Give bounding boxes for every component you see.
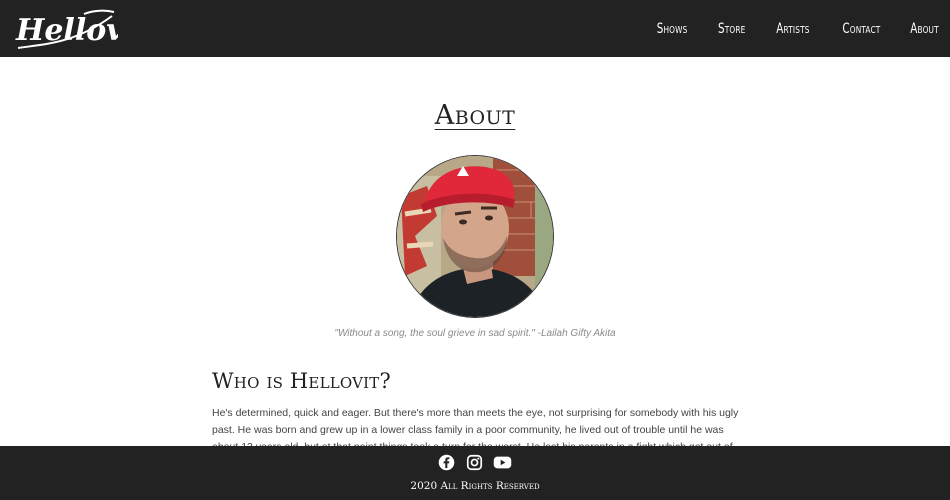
- nav-link-artists[interactable]: Artists: [776, 21, 809, 37]
- page-footer: 2020 All Rights Reserved: [0, 446, 950, 500]
- logo-text: Hellovit: [15, 13, 118, 48]
- youtube-icon[interactable]: [493, 454, 512, 476]
- artist-quote: "Without a song, the soul grieve in sad …: [334, 328, 616, 339]
- main-nav: Shows Store Artists Contact About: [626, 0, 939, 57]
- social-links: [0, 454, 950, 472]
- top-navbar: Hellovit Shows Store Artists Contact Abo…: [0, 0, 950, 57]
- artist-photo: [396, 155, 554, 318]
- nav-link-contact[interactable]: Contact: [842, 21, 880, 37]
- section-heading: Who is Hellovit?: [212, 369, 391, 393]
- copyright-text: 2020 All Rights Reserved: [410, 480, 540, 492]
- nav-link-about[interactable]: About: [910, 21, 939, 37]
- page-title: About: [434, 100, 516, 131]
- nav-link-shows[interactable]: Shows: [657, 21, 688, 37]
- brand-logo[interactable]: Hellovit: [14, 4, 149, 54]
- nav-link-store[interactable]: Store: [718, 21, 745, 37]
- facebook-icon[interactable]: [438, 454, 455, 476]
- instagram-icon[interactable]: [466, 454, 483, 476]
